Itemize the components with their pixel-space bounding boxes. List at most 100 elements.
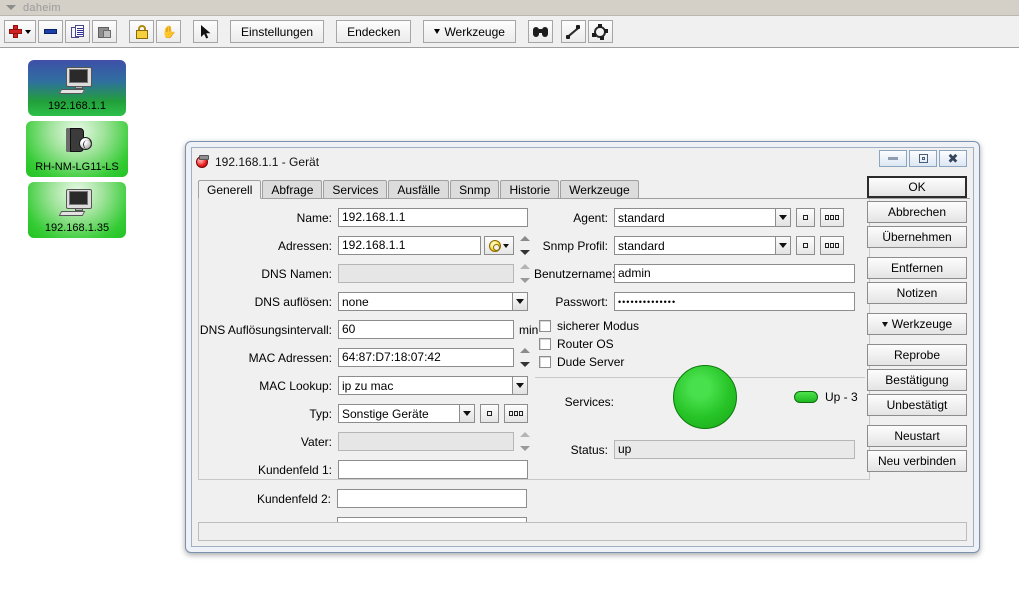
reprobe-button[interactable]: Reprobe bbox=[867, 344, 967, 366]
map-device-label: 192.168.1.35 bbox=[45, 222, 109, 234]
services-status-circle[interactable] bbox=[673, 365, 737, 429]
gear-icon bbox=[489, 240, 501, 252]
username-input[interactable]: admin bbox=[614, 264, 855, 283]
snmp-profile-edit-button[interactable] bbox=[796, 236, 815, 255]
services-label: Services: bbox=[534, 395, 614, 409]
binoculars-icon bbox=[533, 26, 548, 38]
addresses-spinner[interactable] bbox=[518, 236, 531, 255]
hand-icon: ✋ bbox=[162, 25, 176, 39]
square-icon bbox=[803, 243, 808, 248]
chevron-down-icon[interactable] bbox=[512, 293, 527, 310]
apply-button[interactable]: Übernehmen bbox=[867, 226, 967, 248]
tab-services[interactable]: Services bbox=[323, 180, 387, 198]
custom-1-input[interactable] bbox=[338, 460, 528, 479]
toolbar-network-button[interactable] bbox=[588, 20, 613, 43]
type-list-button[interactable] bbox=[504, 404, 528, 423]
field-password-label: Passwort: bbox=[534, 295, 614, 309]
agent-edit-button[interactable] bbox=[796, 208, 815, 227]
reconnect-button-label: Neu verbinden bbox=[878, 454, 956, 468]
checkbox-secure-mode[interactable]: sicherer Modus bbox=[539, 319, 639, 333]
mac-addresses-spinner[interactable] bbox=[518, 348, 531, 367]
field-custom-2: Kundenfeld 2: bbox=[198, 489, 527, 508]
parent-input[interactable] bbox=[338, 432, 514, 451]
triangle-down-icon[interactable] bbox=[6, 5, 16, 10]
tab-historie[interactable]: Historie bbox=[500, 180, 559, 198]
dns-interval-input[interactable]: 60 bbox=[338, 320, 514, 339]
type-edit-button[interactable] bbox=[480, 404, 499, 423]
chevron-down-icon[interactable] bbox=[459, 405, 474, 422]
checkbox-router-os[interactable]: Router OS bbox=[539, 337, 614, 351]
chevron-down-icon[interactable] bbox=[775, 237, 790, 254]
reconnect-button[interactable]: Neu verbinden bbox=[867, 450, 967, 472]
type-select[interactable]: Sonstige Geräte bbox=[338, 404, 475, 423]
field-username: Benutzername: admin bbox=[534, 264, 855, 283]
cancel-button[interactable]: Abbrechen bbox=[867, 201, 967, 223]
dns-interval-unit: min bbox=[519, 323, 538, 337]
dns-names-input[interactable] bbox=[338, 264, 514, 283]
toolbar-add-button[interactable] bbox=[4, 20, 36, 43]
name-input[interactable]: 192.168.1.1 bbox=[338, 208, 528, 227]
snmp-profile-select[interactable]: standard bbox=[614, 236, 791, 255]
cancel-button-label: Abbrechen bbox=[888, 205, 946, 219]
application-window: daheim ✋ Einstellungen bbox=[0, 0, 1019, 593]
snmp-profile-list-button[interactable] bbox=[820, 236, 844, 255]
tools-button[interactable]: Werkzeuge bbox=[867, 313, 967, 335]
remove-button[interactable]: Entfernen bbox=[867, 257, 967, 279]
toolbar-pan-button[interactable]: ✋ bbox=[156, 20, 181, 43]
red-bulb-icon bbox=[196, 156, 208, 168]
dialog-status-bar bbox=[198, 522, 967, 541]
toolbar-tools-button[interactable]: Werkzeuge bbox=[423, 20, 515, 43]
toolbar-paste-button[interactable] bbox=[92, 20, 117, 43]
dialog-button-column: OK Abbrechen Übernehmen Entfernen Notize… bbox=[867, 176, 967, 475]
toolbar-find-button[interactable] bbox=[528, 20, 553, 43]
checkbox-icon[interactable] bbox=[539, 356, 551, 368]
custom-2-input[interactable] bbox=[337, 489, 527, 508]
chevron-down-icon[interactable] bbox=[512, 377, 527, 394]
maximize-button[interactable] bbox=[909, 150, 937, 167]
unacknowledge-button[interactable]: Unbestätigt bbox=[867, 394, 967, 416]
ok-button[interactable]: OK bbox=[867, 176, 967, 198]
network-map-canvas[interactable]: 192.168.1.1 RH-NM-LG11-LS 192.168.1.35 1… bbox=[0, 49, 1019, 593]
acknowledge-button[interactable]: Bestätigung bbox=[867, 369, 967, 391]
apply-button-label: Übernehmen bbox=[882, 230, 951, 244]
minimize-button[interactable] bbox=[879, 150, 907, 167]
toolbar-settings-button[interactable]: Einstellungen bbox=[230, 20, 324, 43]
notes-button[interactable]: Notizen bbox=[867, 282, 967, 304]
checkbox-dude-server[interactable]: Dude Server bbox=[539, 355, 624, 369]
agent-list-button[interactable] bbox=[820, 208, 844, 227]
toolbar-link-button[interactable] bbox=[561, 20, 586, 43]
dns-resolve-select[interactable]: none bbox=[338, 292, 528, 311]
tab-werkzeuge[interactable]: Werkzeuge bbox=[560, 180, 638, 198]
toolbar-discover-button[interactable]: Endecken bbox=[336, 20, 411, 43]
agent-value: standard bbox=[618, 211, 665, 225]
password-input[interactable]: •••••••••••••• bbox=[614, 292, 855, 311]
map-device-3[interactable]: 192.168.1.35 bbox=[28, 182, 126, 238]
field-dns-interval-label: DNS Auflösungsintervall: bbox=[199, 323, 338, 337]
agent-select[interactable]: standard bbox=[614, 208, 791, 227]
restart-button[interactable]: Neustart bbox=[867, 425, 967, 447]
tab-abfrage[interactable]: Abfrage bbox=[262, 180, 322, 198]
addresses-input[interactable]: 192.168.1.1 bbox=[338, 236, 481, 255]
mac-addresses-input[interactable]: 64:87:D7:18:07:42 bbox=[338, 348, 514, 367]
checkbox-icon[interactable] bbox=[539, 338, 551, 350]
field-mac-addresses-label: MAC Adressen: bbox=[199, 351, 338, 365]
toolbar-remove-button[interactable] bbox=[38, 20, 63, 43]
tab-ausfaelle[interactable]: Ausfälle bbox=[388, 180, 449, 198]
tab-generell[interactable]: Generell bbox=[198, 180, 261, 199]
map-device-1[interactable]: 192.168.1.1 bbox=[28, 60, 126, 116]
close-button[interactable]: ✖ bbox=[939, 150, 967, 167]
tab-snmp[interactable]: Snmp bbox=[450, 180, 499, 198]
toolbar-select-button[interactable] bbox=[193, 20, 218, 43]
minus-icon bbox=[44, 29, 57, 34]
chevron-down-icon[interactable] bbox=[775, 209, 790, 226]
map-device-2[interactable]: RH-NM-LG11-LS bbox=[26, 121, 128, 177]
mac-lookup-select[interactable]: ip zu mac bbox=[338, 376, 528, 395]
checkbox-icon[interactable] bbox=[539, 320, 551, 332]
addresses-gear-button[interactable] bbox=[484, 236, 514, 255]
dns-names-spinner[interactable] bbox=[518, 264, 531, 283]
toolbar-copy-button[interactable] bbox=[65, 20, 90, 43]
services-legend-label: Up - 3 bbox=[825, 390, 858, 404]
tab-label: Services bbox=[332, 183, 378, 197]
toolbar-lock-button[interactable] bbox=[129, 20, 154, 43]
parent-spinner[interactable] bbox=[518, 432, 531, 451]
